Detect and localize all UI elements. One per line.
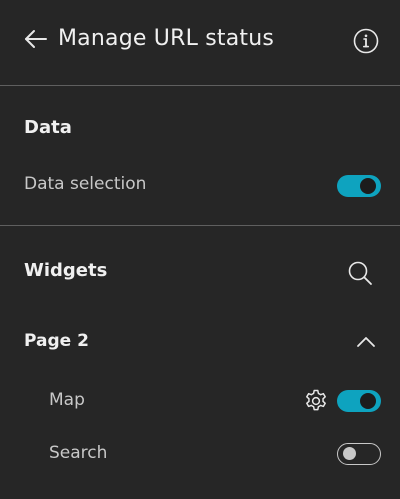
widget-map-toggle[interactable]	[337, 390, 381, 412]
widget-search-toggle[interactable]	[337, 443, 381, 465]
back-button[interactable]	[20, 24, 52, 54]
widgets-search-button[interactable]	[344, 258, 376, 288]
info-button[interactable]	[352, 27, 380, 55]
page-title: Manage URL status	[58, 26, 275, 51]
search-icon	[348, 261, 372, 285]
info-icon	[353, 28, 379, 54]
arrow-left-icon	[25, 30, 47, 48]
data-selection-label: Data selection	[24, 174, 147, 194]
data-selection-toggle[interactable]	[337, 175, 381, 197]
gear-icon	[306, 389, 326, 411]
header-divider	[0, 85, 400, 86]
toggle-knob	[343, 447, 356, 460]
map-settings-button[interactable]	[303, 388, 329, 414]
widgets-section-title: Widgets	[24, 260, 108, 281]
widget-map-label: Map	[49, 390, 85, 410]
data-section-title: Data	[24, 117, 72, 138]
page-group-collapse-button[interactable]	[352, 330, 380, 354]
toggle-knob	[360, 178, 376, 194]
section-divider	[0, 225, 400, 226]
toggle-knob	[360, 393, 376, 409]
chevron-up-icon	[357, 337, 375, 347]
page-group-label[interactable]: Page 2	[24, 328, 89, 354]
widget-search-label: Search	[49, 443, 108, 463]
